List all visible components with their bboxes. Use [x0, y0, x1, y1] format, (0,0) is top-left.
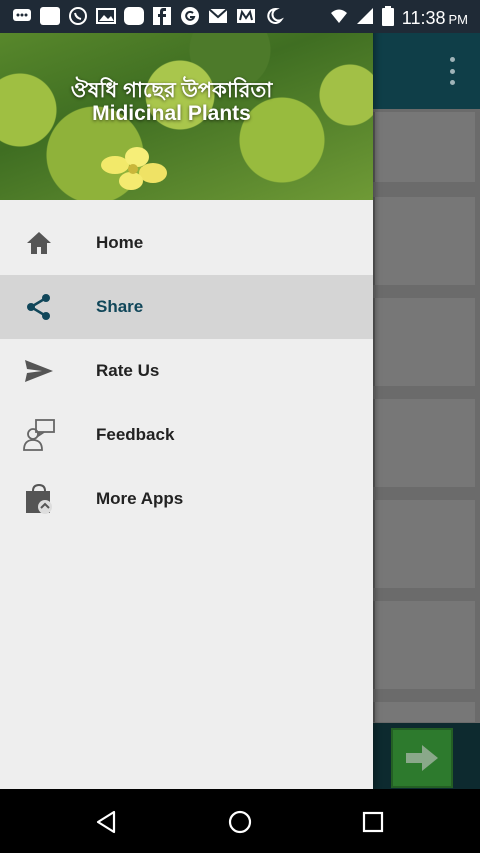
menu-label-share: Share	[96, 297, 144, 316]
content-card[interactable]	[373, 399, 475, 487]
flower-image	[101, 147, 167, 190]
do-not-disturb-icon	[264, 6, 284, 26]
gmail-icon	[208, 6, 228, 26]
drawer-menu: Home Share Rate Us Feedback More Apps	[0, 211, 373, 531]
app-icon	[124, 6, 144, 26]
signal-icon	[356, 7, 374, 30]
clock: 11:38 PM	[402, 8, 468, 29]
menu-label-home: Home	[96, 233, 144, 252]
content-card[interactable]	[373, 112, 475, 182]
send-icon	[21, 353, 57, 389]
store-bag-icon	[21, 481, 57, 517]
arrow-right-icon	[406, 745, 438, 771]
paytm-icon	[40, 6, 60, 26]
system-icons: 11:38 PM	[330, 6, 468, 31]
overflow-menu-icon[interactable]	[450, 57, 456, 85]
content-card[interactable]	[373, 197, 475, 285]
recents-icon[interactable]	[358, 807, 388, 837]
drawer-title-english: Midicinal Plants	[92, 102, 251, 125]
menu-label-more-apps: More Apps	[96, 489, 184, 508]
menu-item-home[interactable]: Home	[0, 211, 373, 275]
whatsapp-icon	[68, 6, 88, 26]
menu-item-more-apps[interactable]: More Apps	[0, 467, 373, 531]
app-m-icon	[236, 6, 256, 26]
share-icon	[21, 289, 57, 325]
messages-icon	[12, 6, 32, 26]
menu-label-rate-us: Rate Us	[96, 361, 160, 380]
home-circle-icon[interactable]	[225, 807, 255, 837]
clock-time: 11:38	[401, 8, 446, 28]
content-card[interactable]	[373, 500, 475, 588]
notification-icons	[12, 6, 284, 26]
menu-item-share[interactable]: Share	[0, 275, 373, 339]
feedback-icon	[21, 417, 57, 453]
facebook-icon	[152, 6, 172, 26]
battery-icon	[381, 6, 394, 31]
navigation-drawer: ঔষধি গাছের উপকারিতা Midicinal Plants Hom…	[0, 0, 373, 789]
menu-item-feedback[interactable]: Feedback	[0, 403, 373, 467]
content-card[interactable]	[373, 702, 475, 722]
back-icon[interactable]	[92, 807, 122, 837]
content-card[interactable]	[373, 298, 475, 386]
status-bar: 11:38 PM	[0, 0, 480, 33]
google-icon	[180, 6, 200, 26]
menu-item-rate-us[interactable]: Rate Us	[0, 339, 373, 403]
menu-label-feedback: Feedback	[96, 425, 175, 444]
wifi-icon	[330, 8, 348, 29]
gallery-icon	[96, 6, 116, 26]
home-icon	[21, 225, 57, 261]
content-card[interactable]	[373, 601, 475, 689]
clock-ampm: PM	[448, 12, 469, 27]
next-button[interactable]	[391, 728, 453, 788]
system-nav-bar	[0, 789, 480, 853]
